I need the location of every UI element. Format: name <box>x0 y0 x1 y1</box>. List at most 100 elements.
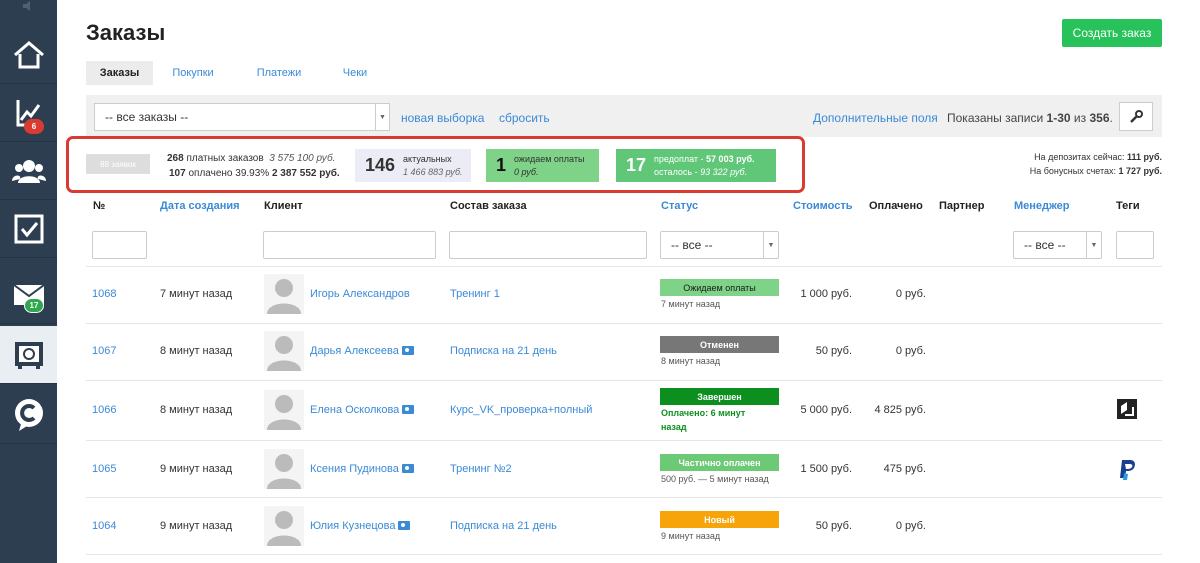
avatar <box>264 274 304 314</box>
table-row[interactable] <box>86 323 1162 380</box>
client-link[interactable]: Юлия Кузнецова <box>310 520 411 532</box>
avatar <box>264 506 304 546</box>
client-link[interactable]: Дарья Алексеева <box>310 345 414 357</box>
client-filter-input[interactable] <box>263 231 436 259</box>
reports-badge: 6 <box>24 119 44 134</box>
order-paid: 0 руб. <box>895 288 926 300</box>
settings-button[interactable] <box>1119 102 1153 131</box>
requests-count-badge[interactable]: 88 заявок <box>86 154 150 174</box>
table-row-divider <box>86 554 1162 555</box>
order-created: 8 минут назад <box>160 404 233 416</box>
sidebar-item-sales[interactable] <box>0 326 57 384</box>
table-row[interactable] <box>86 440 1162 497</box>
order-id-link[interactable]: 1064 <box>92 520 116 532</box>
tab-purchases[interactable]: Покупки <box>153 61 233 85</box>
paid-orders-label: платных заказов <box>186 153 264 164</box>
status-badge: Частично оплачен <box>660 454 779 471</box>
prepay-count: 17 <box>626 155 647 175</box>
bonus-value: 1 727 руб. <box>1118 166 1162 176</box>
user-placeholder-icon <box>267 454 301 489</box>
order-cost: 1 000 руб. <box>800 288 852 300</box>
avatar <box>264 449 304 489</box>
tab-orders[interactable]: Заказы <box>86 61 153 85</box>
table-row[interactable] <box>86 266 1162 323</box>
tags-filter-input[interactable] <box>1116 231 1154 259</box>
order-created: 9 минут назад <box>160 463 233 475</box>
tab-receipts[interactable]: Чеки <box>325 61 385 85</box>
reset-link[interactable]: сбросить <box>499 111 550 125</box>
col-paid: Оплачено <box>869 200 923 212</box>
prepay-stat[interactable]: 17 предоплат - 57 003 руб. осталось - 93… <box>616 149 776 182</box>
paid-stat[interactable]: 107 оплачено 39.93% 2 387 552 руб. <box>169 168 340 179</box>
users-icon <box>11 159 46 183</box>
composition-link[interactable]: Подписка на 21 день <box>450 345 557 357</box>
client-link[interactable]: Игорь Александров <box>310 288 410 300</box>
col-tags: Теги <box>1116 200 1140 212</box>
table-row[interactable] <box>86 380 1162 440</box>
create-order-button[interactable]: Создать заказ <box>1062 19 1162 47</box>
user-placeholder-icon <box>267 395 301 430</box>
order-id-link[interactable]: 1066 <box>92 404 116 416</box>
avatar <box>264 331 304 371</box>
col-partner: Партнер <box>939 200 985 212</box>
client-name: Юлия Кузнецова <box>310 520 396 532</box>
page-title: Заказы <box>86 20 166 45</box>
paid-label: оплачено 39.93% <box>188 168 270 179</box>
order-paid: 0 руб. <box>895 345 926 357</box>
status-note-line2: назад <box>661 422 687 432</box>
client-link[interactable]: Ксения Пудинова <box>310 463 414 475</box>
records-shown: Показаны записи 1-30 из 356. <box>947 111 1113 125</box>
col-manager[interactable]: Менеджер <box>1014 200 1070 212</box>
col-status[interactable]: Статус <box>661 200 698 212</box>
deposits-label: На депозитах сейчас: <box>1034 152 1125 162</box>
col-created[interactable]: Дата создания <box>160 200 240 212</box>
extra-fields-link[interactable]: Дополнительные поля <box>813 111 938 125</box>
sidebar-item-home[interactable] <box>0 26 57 84</box>
user-placeholder-icon <box>267 511 301 546</box>
order-created: 7 минут назад <box>160 288 233 300</box>
order-created: 8 минут назад <box>160 345 233 357</box>
composition-filter-input[interactable] <box>449 231 647 259</box>
number-filter-input[interactable] <box>92 231 147 259</box>
filter-bar: -- все заказы -- ▼ новая выборка сбросит… <box>86 95 1162 137</box>
waiting-payment-stat[interactable]: 1 ожидаем оплаты 0 руб. <box>486 149 599 182</box>
orders-filter-select[interactable]: -- все заказы -- ▼ <box>94 103 390 131</box>
client-link[interactable]: Елена Осколкова <box>310 404 415 416</box>
order-cost: 50 руб. <box>815 520 852 532</box>
client-card-icon <box>398 521 411 530</box>
manager-filter-select[interactable]: -- все -- ▼ <box>1013 231 1102 259</box>
records-shown-suffix: . <box>1109 111 1113 125</box>
composition-link[interactable]: Курс_VK_проверка+полный <box>450 404 592 416</box>
order-id-link[interactable]: 1067 <box>92 345 116 357</box>
paid-count: 107 <box>169 168 186 179</box>
new-selection-link[interactable]: новая выборка <box>401 111 484 125</box>
actual-orders-stat[interactable]: 146 актуальных 1 466 883 руб. <box>355 149 471 182</box>
waiting-sum: 0 руб. <box>514 166 539 177</box>
sidebar-item-reports[interactable]: 6 <box>0 84 57 142</box>
safe-icon <box>14 341 43 369</box>
tab-payments[interactable]: Платежи <box>233 61 325 85</box>
records-shown-range: 1-30 <box>1046 111 1071 125</box>
composition-link[interactable]: Тренинг №2 <box>450 463 512 475</box>
sidebar-item-chat[interactable] <box>0 386 57 444</box>
sidebar-item-users[interactable] <box>0 142 57 200</box>
status-badge: Новый <box>660 511 779 528</box>
actual-label: актуальных <box>403 153 452 164</box>
sidebar-item-tasks[interactable] <box>0 200 57 258</box>
records-shown-of: из <box>1073 111 1087 125</box>
composition-link[interactable]: Подписка на 21 день <box>450 520 557 532</box>
sidebar-item-messages[interactable]: 17 <box>0 266 57 324</box>
col-cost[interactable]: Стоимость <box>793 200 853 212</box>
status-filter-select[interactable]: -- все -- ▼ <box>660 231 779 259</box>
tabs: Заказы Покупки Платежи Чеки <box>86 61 385 85</box>
paid-orders-stat[interactable]: 268 платных заказов 3 575 100 руб. <box>167 153 335 164</box>
user-placeholder-icon <box>267 336 301 371</box>
order-paid: 0 руб. <box>895 520 926 532</box>
order-id-link[interactable]: 1065 <box>92 463 116 475</box>
status-note: 8 минут назад <box>661 356 721 366</box>
table-row[interactable] <box>86 497 1162 554</box>
waiting-label: ожидаем оплаты <box>514 153 585 164</box>
status-filter-value: -- все -- <box>671 238 713 252</box>
composition-link[interactable]: Тренинг 1 <box>450 288 500 300</box>
order-id-link[interactable]: 1068 <box>92 288 116 300</box>
